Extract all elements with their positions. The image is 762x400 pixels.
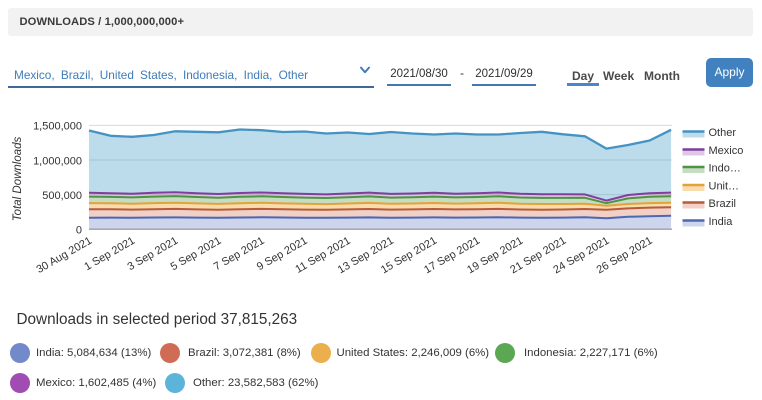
- svg-text:1,500,000: 1,500,000: [33, 121, 82, 133]
- svg-text:India: India: [709, 216, 734, 228]
- svg-text:Brazil: Brazil: [709, 198, 737, 210]
- svg-text:0: 0: [76, 225, 82, 237]
- svg-text:Unit…: Unit…: [709, 181, 740, 193]
- svg-text:500,000: 500,000: [42, 190, 82, 202]
- svg-text:Other: Other: [709, 127, 737, 139]
- svg-text:1,000,000: 1,000,000: [33, 155, 82, 167]
- svg-text:Indo…: Indo…: [709, 163, 741, 175]
- svg-text:30 Aug 2021: 30 Aug 2021: [34, 235, 94, 276]
- svg-text:Total Downloads: Total Downloads: [12, 136, 24, 221]
- svg-text:Mexico: Mexico: [709, 145, 744, 157]
